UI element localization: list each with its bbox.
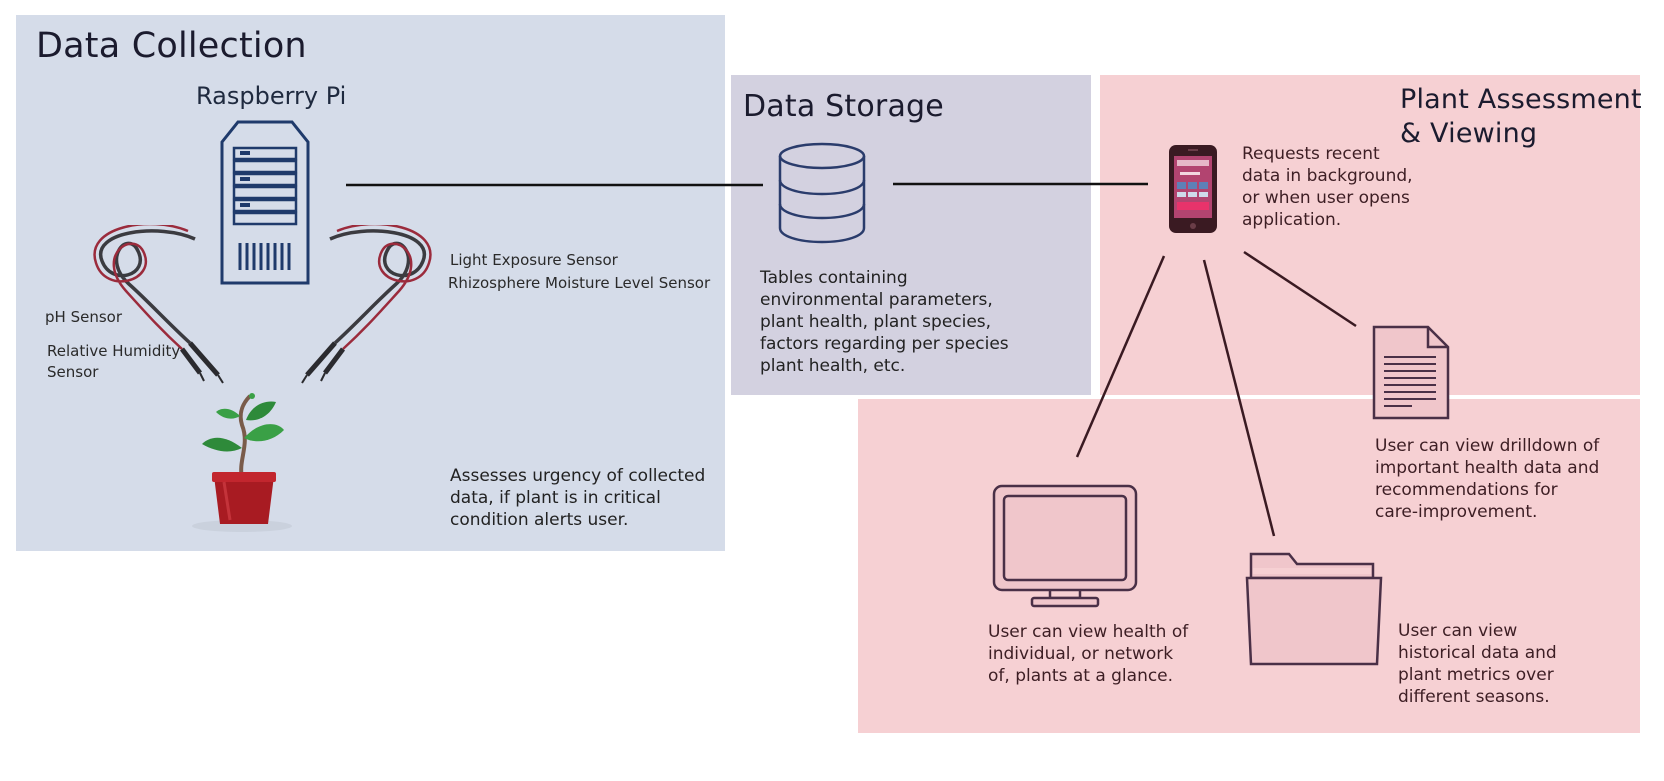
smartphone-icon — [1169, 145, 1217, 233]
potted-plant-icon — [192, 393, 292, 532]
sensor-probe-icon — [301, 225, 432, 384]
humidity-sensor-label: Relative Humidity Sensor — [47, 342, 181, 381]
document-icon — [1372, 325, 1450, 420]
raspberry-pi-label: Raspberry Pi — [196, 82, 347, 110]
ph-sensor-label: pH Sensor — [45, 308, 122, 326]
folder-description: User can view historical data and plant … — [1398, 621, 1557, 707]
data-storage-description: Tables containing environmental paramete… — [760, 268, 1009, 376]
monitor-icon — [992, 484, 1138, 608]
phone-description: Requests recent data in background, or w… — [1242, 144, 1413, 230]
document-description: User can view drilldown of important hea… — [1375, 436, 1600, 522]
folder-icon — [1245, 552, 1383, 666]
data-collection-description: Assesses urgency of collected data, if p… — [450, 466, 706, 530]
moisture-sensor-label: Rhizosphere Moisture Level Sensor — [448, 274, 711, 292]
monitor-description: User can view health of individual, or n… — [988, 622, 1189, 686]
database-icon — [778, 142, 866, 244]
plant-assessment-title: Plant Assessment & Viewing — [1400, 84, 1642, 149]
data-storage-title: Data Storage — [743, 89, 944, 124]
data-collection-title: Data Collection — [36, 26, 307, 66]
light-exposure-sensor-label: Light Exposure Sensor — [450, 251, 618, 269]
